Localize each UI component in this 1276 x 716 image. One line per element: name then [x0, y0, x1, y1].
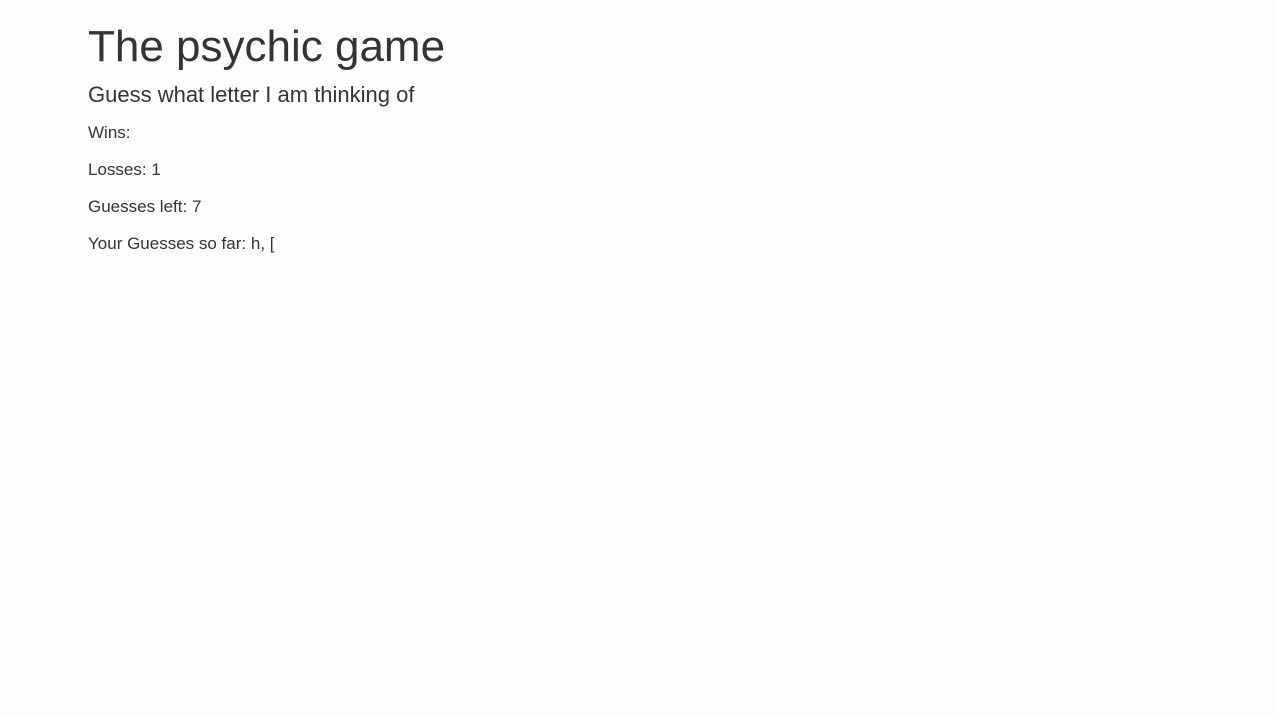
- losses-label: Losses:: [88, 159, 147, 179]
- losses-value: 1: [151, 159, 161, 179]
- game-container: The psychic game Guess what letter I am …: [88, 0, 1188, 257]
- guesses-so-far-value: h, [: [250, 234, 275, 254]
- guesses-so-far-stat: Your Guesses so far: h, [: [88, 232, 1188, 256]
- guesses-so-far-label: Your Guesses so far:: [88, 234, 247, 254]
- wins-label: Wins:: [88, 122, 131, 142]
- guesses-left-stat: Guesses left: 7: [88, 195, 1188, 219]
- guesses-left-value: 7: [191, 197, 202, 217]
- guesses-left-label: Guesses left:: [88, 197, 188, 217]
- page-title: The psychic game: [88, 22, 446, 71]
- wins-stat: Wins:: [88, 121, 1188, 145]
- losses-stat: Losses: 1: [88, 158, 1188, 182]
- page-subtitle: Guess what letter I am thinking of: [88, 82, 415, 108]
